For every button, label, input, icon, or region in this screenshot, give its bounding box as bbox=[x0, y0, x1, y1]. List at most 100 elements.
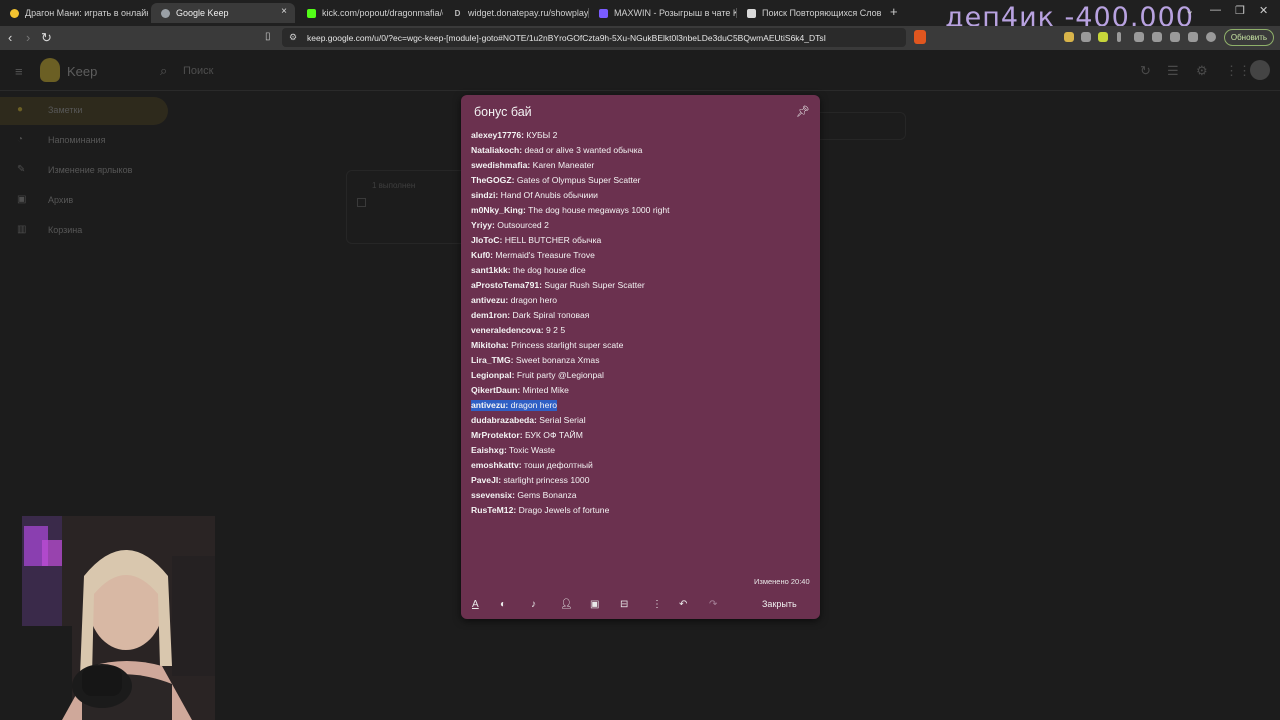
forward-icon[interactable]: › bbox=[26, 30, 30, 45]
extension-icon[interactable] bbox=[1098, 32, 1108, 42]
note-line-username: sindzi: bbox=[471, 190, 499, 200]
collaborator-icon[interactable]: 👤︎ bbox=[560, 599, 573, 610]
note-line-text: Sugar Rush Super Scatter bbox=[542, 280, 645, 290]
note-line[interactable]: antivezu: dragon hero bbox=[471, 295, 557, 306]
sidebar-item-archive[interactable]: Архив bbox=[48, 195, 73, 205]
note-line[interactable]: PaveJI: starlight princess 1000 bbox=[471, 475, 589, 486]
redo-icon[interactable]: ↷ bbox=[709, 599, 717, 610]
tab-google-keep[interactable]: Google Keep × bbox=[151, 3, 295, 23]
note-line[interactable]: QikertDaun: Minted Mike bbox=[471, 385, 569, 396]
tab-label: Поиск Повторяющихся Слов bbox=[762, 8, 882, 18]
sparkle-icon[interactable] bbox=[1188, 32, 1198, 42]
sidebar-item-notes[interactable]: Заметки bbox=[48, 105, 82, 115]
archive-note-icon[interactable]: ⊟ bbox=[620, 599, 628, 610]
tab-duplicate-words[interactable]: Поиск Повторяющихся Слов bbox=[737, 3, 887, 23]
refresh-icon[interactable]: ↻ bbox=[1140, 63, 1151, 79]
undo-icon[interactable]: ↶ bbox=[679, 599, 687, 610]
bookmark-icon[interactable]: ▯ bbox=[265, 31, 271, 42]
note-line[interactable]: Mikitoha: Princess starlight super scate bbox=[471, 340, 623, 351]
note-line[interactable]: ssevensix: Gems Bonanza bbox=[471, 490, 577, 501]
note-line[interactable]: emoshkattv: тоши дефолтный bbox=[471, 460, 593, 471]
search-input[interactable]: Поиск bbox=[183, 65, 213, 77]
note-line-username: Lira_TMG: bbox=[471, 355, 514, 365]
minimize-icon[interactable]: — bbox=[1210, 4, 1221, 16]
sidebar-item-reminders[interactable]: Напоминания bbox=[48, 135, 105, 145]
note-line[interactable]: Legionpal: Fruit party @Legionpal bbox=[471, 370, 604, 381]
pin-icon[interactable]: 📌︎ bbox=[796, 105, 810, 118]
note-line[interactable]: sant1kkk: the dog house dice bbox=[471, 265, 586, 276]
avatar[interactable] bbox=[1250, 60, 1270, 80]
tab-search-icon[interactable]: ⌄ bbox=[1185, 4, 1194, 17]
close-window-icon[interactable]: ✕ bbox=[1259, 4, 1268, 17]
note-line-text: Hand Of Anubis обычиии bbox=[498, 190, 598, 200]
note-line[interactable]: dem1ron: Dark Spiral топовая bbox=[471, 310, 589, 321]
note-line[interactable]: m0Nky_King: The dog house megaways 1000 … bbox=[471, 205, 670, 216]
note-line[interactable]: TheGOGZ: Gates of Olympus Super Scatter bbox=[471, 175, 641, 186]
donatepay-icon: D bbox=[454, 8, 461, 18]
note-line[interactable]: Lira_TMG: Sweet bonanza Xmas bbox=[471, 355, 600, 366]
main-menu-icon[interactable]: ≡ bbox=[15, 64, 23, 79]
tab-kick-chat[interactable]: kick.com/popout/dragonmafia/chat bbox=[297, 3, 443, 23]
note-line[interactable]: antivezu: dragon hero bbox=[471, 400, 557, 411]
note-line[interactable]: Kuf0: Mermaid's Treasure Trove bbox=[471, 250, 595, 261]
note-line-text: HELL BUTCHER обычка bbox=[502, 235, 602, 245]
sidebar-item-trash[interactable]: Корзина bbox=[48, 225, 82, 235]
reminder-bell-icon[interactable]: ♪ bbox=[531, 599, 536, 610]
note-line-text: БУК ОФ ТАЙМ bbox=[522, 430, 583, 440]
site-settings-icon[interactable]: ⚙ bbox=[289, 32, 297, 43]
palette-icon[interactable]: ◐ bbox=[500, 599, 506, 610]
maxwin-icon bbox=[599, 8, 608, 18]
extension-icon[interactable] bbox=[1117, 32, 1121, 42]
extension-icon[interactable] bbox=[1134, 32, 1144, 42]
settings-icon[interactable]: ⚙ bbox=[1196, 63, 1208, 79]
note-line[interactable]: swedishmafia: Karen Maneater bbox=[471, 160, 594, 171]
note-line[interactable]: RusTeM12: Drago Jewels of fortune bbox=[471, 505, 609, 516]
note-line[interactable]: MrProtektor: БУК ОФ ТАЙМ bbox=[471, 430, 583, 441]
text-format-icon[interactable]: A bbox=[472, 599, 479, 610]
tab-dragon-money[interactable]: Драгон Мани: играть в онлайн казі bbox=[0, 3, 148, 23]
note-line[interactable]: sindzi: Hand Of Anubis обычиии bbox=[471, 190, 598, 201]
close-note-button[interactable]: Закрыть bbox=[762, 599, 797, 609]
note-line-username: emoshkattv: bbox=[471, 460, 522, 470]
search-icon[interactable]: ⌕ bbox=[160, 63, 167, 79]
note-line-text: КУБЫ 2 bbox=[524, 130, 558, 140]
extensions-puzzle-icon[interactable] bbox=[1152, 32, 1162, 42]
more-icon[interactable]: ⋮ bbox=[652, 599, 662, 610]
note-line-username: aProstoTema791: bbox=[471, 280, 543, 290]
url-text[interactable]: keep.google.com/u/0/?ec=wgc-keep-[module… bbox=[307, 33, 826, 43]
take-note-bar[interactable] bbox=[808, 112, 906, 140]
note-line[interactable]: dudabrazabeda: Serial Serial bbox=[471, 415, 586, 426]
sidebar-item-edit-labels[interactable]: Изменение ярлыков bbox=[48, 165, 132, 175]
note-line[interactable]: aProstoTema791: Sugar Rush Super Scatter bbox=[471, 280, 645, 291]
list-view-icon[interactable]: ☰ bbox=[1167, 63, 1179, 79]
note-line[interactable]: Eaishxg: Toxic Waste bbox=[471, 445, 555, 456]
extension-icon[interactable] bbox=[1064, 32, 1074, 42]
new-tab-button[interactable]: + bbox=[890, 4, 898, 19]
image-icon[interactable]: ▣ bbox=[590, 599, 599, 610]
update-button[interactable]: Обновить bbox=[1224, 29, 1274, 46]
kick-icon bbox=[307, 8, 316, 18]
extension-icon[interactable] bbox=[1081, 32, 1091, 42]
music-icon[interactable] bbox=[1170, 32, 1180, 42]
note-line-text: Karen Maneater bbox=[530, 160, 595, 170]
tab-maxwin[interactable]: MAXWIN - Розыгрыш в чате Kick bbox=[589, 3, 737, 23]
note-line-text: Minted Mike bbox=[520, 385, 569, 395]
maximize-icon[interactable]: ❐ bbox=[1235, 4, 1245, 17]
note-line[interactable]: veneraledencova: 9 2 5 bbox=[471, 325, 565, 336]
note-line[interactable]: JIoToC: HELL BUTCHER обычка bbox=[471, 235, 601, 246]
note-line-text: starlight princess 1000 bbox=[501, 475, 590, 485]
apps-grid-icon[interactable]: ⋮⋮ bbox=[1225, 63, 1251, 79]
close-tab-icon[interactable]: × bbox=[281, 6, 287, 17]
tab-label: widget.donatepay.ru/showplayer bbox=[468, 8, 589, 18]
note-line-text: Fruit party @Legionpal bbox=[514, 370, 604, 380]
note-line[interactable]: Nataliakoch: dead or alive 3 wanted обыч… bbox=[471, 145, 642, 156]
note-line[interactable]: alexey17776: КУБЫ 2 bbox=[471, 130, 557, 141]
back-icon[interactable]: ‹ bbox=[8, 30, 12, 45]
note-line[interactable]: Yriyy: Outsourced 2 bbox=[471, 220, 549, 231]
note-title[interactable]: бонус бай bbox=[474, 105, 532, 119]
vpn-icon[interactable] bbox=[1206, 32, 1216, 42]
brave-shield-icon[interactable] bbox=[914, 30, 926, 44]
note-line-username: Nataliakoch: bbox=[471, 145, 523, 155]
reload-icon[interactable]: ↻ bbox=[41, 30, 52, 46]
tab-donatepay[interactable]: D widget.donatepay.ru/showplayer bbox=[443, 3, 589, 23]
